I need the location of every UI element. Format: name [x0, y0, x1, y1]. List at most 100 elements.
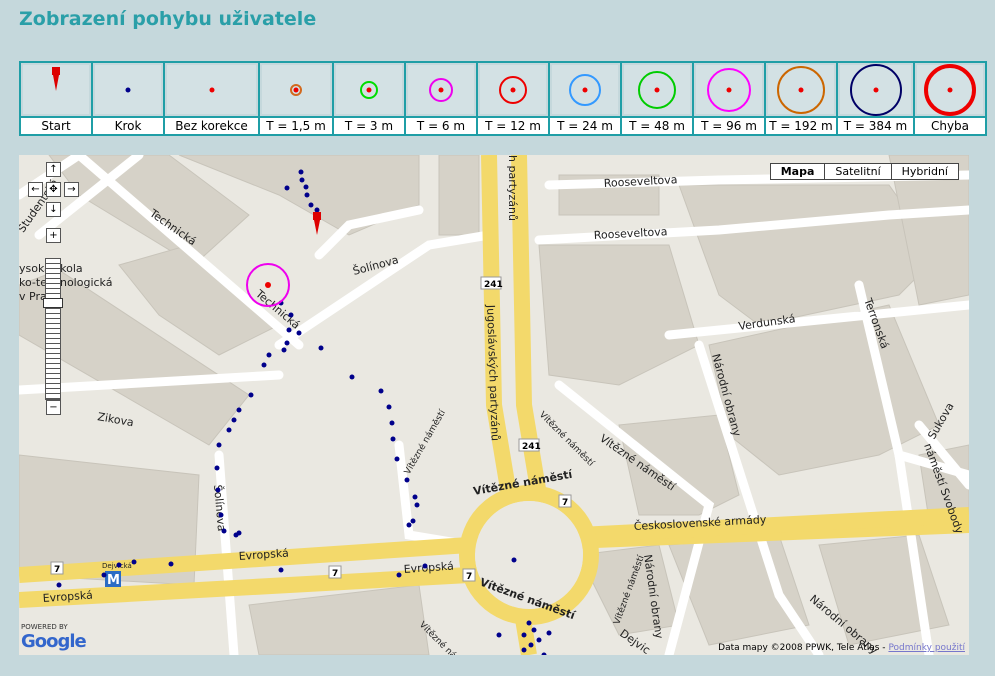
powered-by-text: POWERED BY — [21, 623, 68, 631]
legend-label: T = 48 m — [620, 116, 694, 136]
accuracy-ring-icon — [290, 83, 302, 96]
school-label-line: ysoká škola — [19, 262, 83, 275]
map-type-satellite-button[interactable]: Satelitní — [824, 163, 892, 180]
legend-symbol-box — [624, 65, 690, 114]
school-label: ysoká škola ko-technologická v Praze — [19, 262, 112, 304]
track-step-dot — [318, 345, 324, 351]
street-rooseveltova-1: Rooseveltova — [603, 173, 677, 190]
pan-left-button[interactable]: ← — [28, 182, 43, 197]
legend-symbol-cell — [332, 61, 406, 118]
track-step-dot — [390, 436, 396, 442]
pan-down-button[interactable]: ↓ — [46, 202, 61, 217]
map-view[interactable]: 241 241 7 7 7 7 Technická Technická Stud… — [19, 155, 969, 655]
page-title: Zobrazení pohybu uživatele — [19, 8, 317, 30]
legend-label: Krok — [91, 116, 165, 136]
track-step-dot — [101, 572, 107, 578]
legend-label: T = 96 m — [692, 116, 766, 136]
track-step-dot — [414, 502, 420, 508]
legend-symbol-cell — [692, 61, 766, 118]
legend-symbol-box — [262, 65, 330, 114]
route-7d: 7 — [466, 572, 472, 582]
legend-symbol-cell — [91, 61, 165, 118]
track-step-dot — [168, 561, 174, 567]
zoom-in-button[interactable]: + — [46, 228, 61, 243]
route-241a: 241 — [484, 280, 503, 290]
legend-symbol-cell — [19, 61, 93, 118]
track-step-dot — [266, 352, 272, 358]
zoom-slider-handle[interactable] — [43, 298, 63, 308]
legend-symbol-box — [768, 65, 834, 114]
track-step-dot — [389, 420, 395, 426]
track-step-dot — [284, 185, 290, 191]
track-step-dot — [278, 567, 284, 573]
start-marker[interactable] — [313, 212, 321, 235]
map-canvas[interactable]: 241 241 7 7 7 7 Technická Technická Stud… — [19, 155, 969, 655]
accuracy-ring-icon — [499, 75, 527, 104]
school-label-line: ko-technologická — [19, 276, 113, 289]
legend-symbol-cell — [836, 61, 915, 118]
legend-symbol-box — [23, 65, 89, 114]
accuracy-ring-icon — [360, 80, 378, 99]
legend-symbol-cell — [764, 61, 838, 118]
track-step-dot — [378, 388, 384, 394]
track-step-dot — [546, 630, 552, 636]
legend-label: T = 12 m — [476, 116, 550, 136]
legend-symbol-cell — [476, 61, 550, 118]
track-step-dot — [248, 392, 254, 398]
pan-center-button[interactable]: ✥ — [46, 182, 61, 197]
legend-symbol-box — [552, 65, 618, 114]
accuracy-ring-icon — [924, 63, 976, 116]
street-vitezne-7: Vítězné náměstí — [537, 409, 597, 469]
legend-label: T = 384 m — [836, 116, 915, 136]
track-step-dot — [528, 642, 534, 648]
legend-symbol-cell — [620, 61, 694, 118]
street-jugoslavskych-top: h partyzánů — [506, 155, 519, 221]
legend-table: Start Krok Bez korekce T = 1,5 mT = 3 mT = … — [19, 61, 987, 136]
zoom-slider-track[interactable] — [45, 258, 61, 400]
track-step-dot — [288, 312, 294, 318]
legend-symbol-cell — [404, 61, 478, 118]
google-logo[interactable]: POWERED BY Google — [21, 623, 87, 652]
route-241b: 241 — [522, 442, 541, 452]
legend-symbol-cell — [913, 61, 987, 118]
track-step-dot — [308, 202, 314, 208]
track-step-dot — [56, 582, 62, 588]
legend-symbol-box — [696, 65, 762, 114]
route-7b: 7 — [54, 565, 60, 575]
legend-symbol-row — [19, 61, 987, 118]
track-step-dot — [406, 522, 412, 528]
route-7c: 7 — [332, 569, 338, 579]
legend-symbol-cell — [163, 61, 260, 118]
map-type-map-button[interactable]: Mapa — [769, 163, 826, 180]
legend-label: Start — [19, 116, 93, 136]
legend-symbol-box — [336, 65, 402, 114]
track-step-dot — [541, 652, 547, 655]
legend-symbol-box — [840, 63, 911, 116]
attribution-text: Data mapy ©2008 PPWK, Tele Atlas - — [718, 643, 886, 653]
map-type-hybrid-button[interactable]: Hybridní — [890, 163, 959, 180]
terms-link[interactable]: Podmínky použití — [888, 643, 965, 653]
street-rooseveltova-2: Rooseveltova — [593, 225, 667, 242]
track-step-dot — [116, 562, 122, 568]
track-step-dot — [526, 620, 532, 626]
pan-right-button[interactable]: → — [64, 182, 79, 197]
track-step-dot — [394, 456, 400, 462]
legend-label: T = 1,5 m — [258, 116, 334, 136]
zoom-out-button[interactable]: − — [46, 400, 61, 415]
track-step-dot — [511, 557, 517, 563]
track-step-dot — [531, 627, 537, 633]
map-attribution: Data mapy ©2008 PPWK, Tele Atlas - Podmí… — [718, 643, 965, 653]
track-step-dot — [412, 494, 418, 500]
legend-symbol-box — [917, 63, 983, 116]
accuracy-ring-icon — [849, 63, 902, 116]
pan-up-button[interactable]: ↑ — [46, 162, 61, 177]
legend-symbol-cell — [258, 61, 334, 118]
track-step-dot — [521, 647, 527, 653]
accuracy-ring-icon — [638, 70, 676, 109]
legend-label: Chyba — [913, 116, 987, 136]
school-label-line: v Praze — [19, 290, 60, 303]
step-dot-icon — [125, 87, 131, 92]
track-step-dot — [386, 404, 392, 410]
legend-symbol-cell — [548, 61, 622, 118]
legend-symbol-box — [480, 65, 546, 114]
